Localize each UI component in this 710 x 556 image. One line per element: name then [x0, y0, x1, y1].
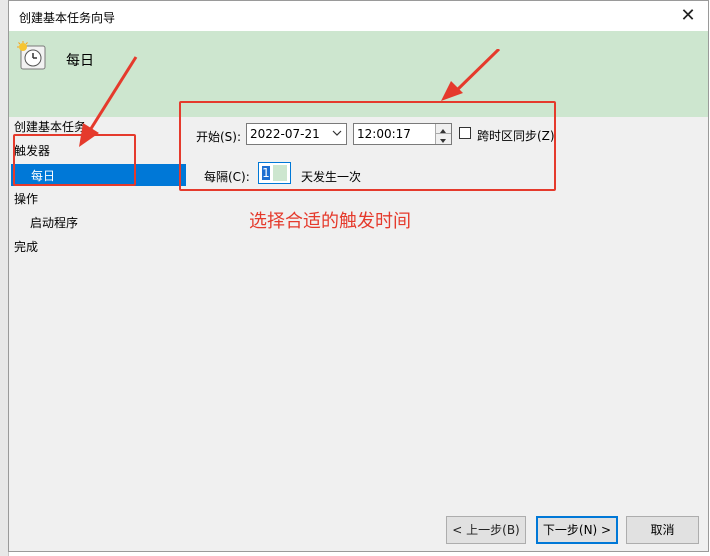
window-title: 创建基本任务向导 [19, 11, 116, 25]
wizard-window: 创建基本任务向导 ✕ 每日 创建基本任务 触发器 每日 操作 启动程序 完成 开… [8, 0, 709, 552]
annotation-arrows [79, 49, 501, 147]
annotation-text: 选择合适的触发时间 [249, 211, 411, 232]
title-bar: 创建基本任务向导 ✕ [9, 1, 708, 31]
back-button[interactable]: < 上一步(B) [446, 516, 526, 544]
nav-item-action: 操作 [14, 192, 39, 206]
close-icon: ✕ [680, 5, 696, 26]
close-button[interactable]: ✕ [674, 4, 702, 28]
next-button[interactable]: 下一步(N) > [536, 516, 618, 544]
nav-item-start-program: 启动程序 [30, 216, 79, 230]
cancel-button[interactable]: 取消 [626, 516, 699, 544]
nav-item-finish: 完成 [14, 240, 39, 254]
clock-icon [17, 41, 46, 70]
